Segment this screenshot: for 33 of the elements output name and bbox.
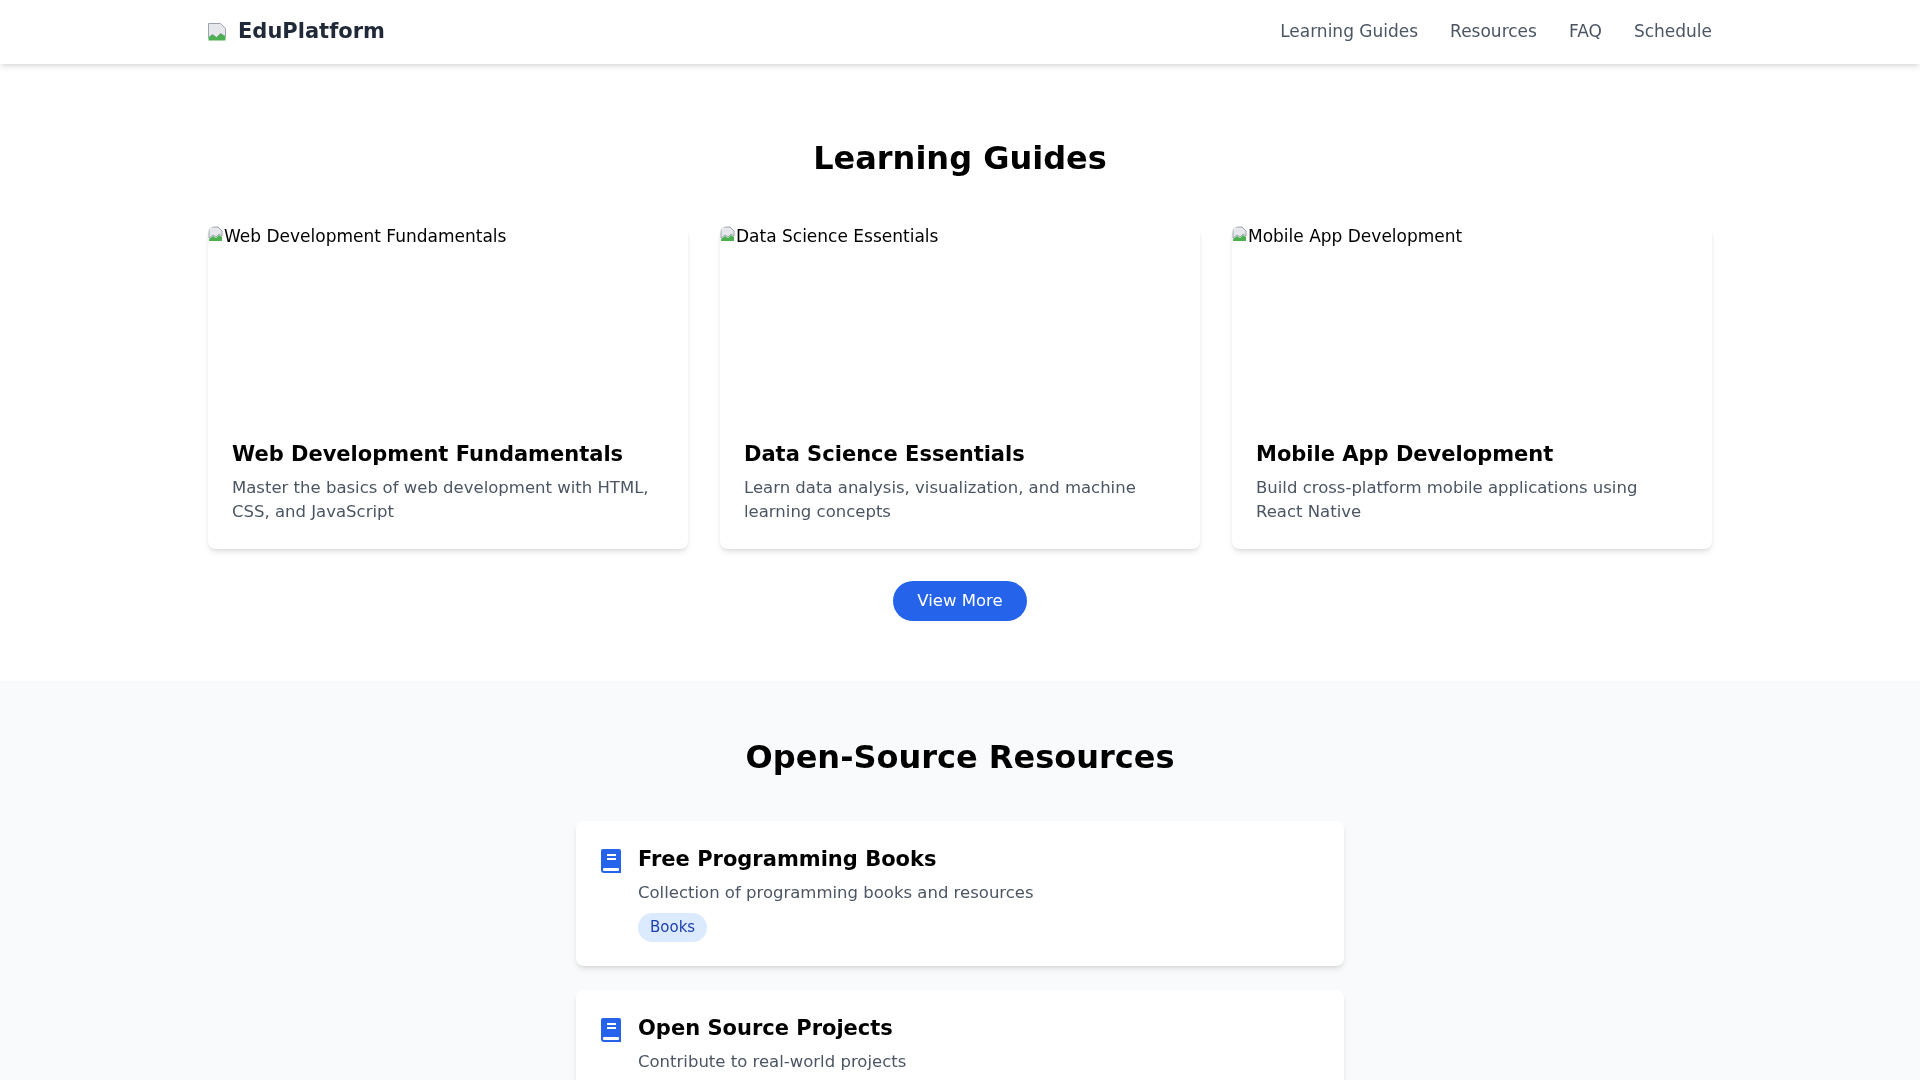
nav-link[interactable]: Learning Guides <box>1280 19 1419 45</box>
resource-title: Open Source Projects <box>638 1014 894 1042</box>
resource-card[interactable]: Free Programming Books Collection of programming books and resources Books <box>576 821 1344 966</box>
card-description: Build cross-platform mobile applications using React Native <box>1256 477 1639 523</box>
broken-logo-icon <box>208 22 226 42</box>
section-heading: Learning Guides <box>812 138 1108 178</box>
guide-card[interactable]: Web Development Fundamentals Web Development Fundamentals Master the basics of web development with HTML, CSS, and JavaScript <box>208 226 688 549</box>
book-icon <box>600 849 622 873</box>
tag-label: Books <box>638 913 708 942</box>
guide-card[interactable]: Mobile App Development Mobile App Development Build cross-platform mobile applications using React Native <box>1232 226 1712 549</box>
broken-image-icon <box>1232 226 1248 242</box>
resource-description: Contribute to real-world projects <box>638 1050 907 1073</box>
image-alt-text: Data Science Essentials <box>736 226 939 246</box>
section-heading: Open-Source Resources <box>744 737 1176 777</box>
resource-title: Free Programming Books <box>638 846 938 873</box>
broken-image-icon <box>208 226 224 242</box>
resource-description: Collection of programming books and resources <box>638 882 1034 904</box>
broken-image-icon <box>720 226 736 242</box>
card-title: Mobile App Development <box>1256 441 1555 468</box>
nav-link[interactable]: Schedule <box>1633 19 1712 45</box>
card-description: Master the basics of web development with HTML, CSS, and JavaScript <box>232 477 650 523</box>
card-title: Web Development Fundamentals <box>232 441 625 468</box>
guide-card[interactable]: Data Science Essentials Data Science Essentials Learn data analysis, visualization, and machine learning concepts <box>720 226 1200 549</box>
view-more-button[interactable]: View More <box>893 581 1027 621</box>
resource-card[interactable]: Open Source Projects Contribute to real-world projects <box>576 989 1344 1080</box>
card-description: Learn data analysis, visualization, and machine learning concepts <box>744 477 1137 523</box>
card-title: Data Science Essentials <box>744 441 1026 468</box>
book-icon <box>600 1017 622 1042</box>
brand-name[interactable]: EduPlatform <box>238 16 385 48</box>
nav-link[interactable]: Resources <box>1450 19 1537 45</box>
nav-link[interactable]: FAQ <box>1568 19 1602 45</box>
image-alt-text: Web Development Fundamentals <box>224 226 507 246</box>
image-alt-text: Mobile App Development <box>1248 226 1463 246</box>
